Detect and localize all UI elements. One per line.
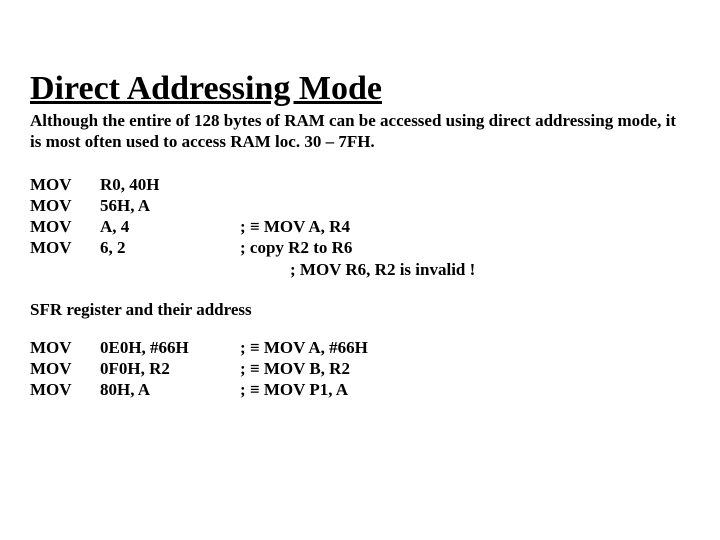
- invalid-note: ; MOV R6, R2 is invalid !: [30, 260, 690, 280]
- code-block-2: MOV 0E0H, #66H ; ≡ MOV A, #66H MOV 0F0H,…: [30, 338, 368, 401]
- opcode: MOV: [30, 338, 100, 359]
- slide: Direct Addressing Mode Although the enti…: [0, 0, 720, 401]
- opcode: MOV: [30, 238, 100, 259]
- operands: R0, 40H: [100, 175, 240, 196]
- table-row: MOV 0E0H, #66H ; ≡ MOV A, #66H: [30, 338, 368, 359]
- comment: ; copy R2 to R6: [240, 238, 352, 259]
- code-block-1: MOV R0, 40H MOV 56H, A MOV A, 4 ; ≡ MOV …: [30, 175, 352, 259]
- subheading: SFR register and their address: [30, 300, 690, 320]
- opcode: MOV: [30, 217, 100, 238]
- table-row: MOV A, 4 ; ≡ MOV A, R4: [30, 217, 352, 238]
- table-row: MOV 56H, A: [30, 196, 352, 217]
- comment: [240, 175, 352, 196]
- intro-text: Although the entire of 128 bytes of RAM …: [30, 110, 690, 153]
- opcode: MOV: [30, 175, 100, 196]
- operands: A, 4: [100, 217, 240, 238]
- table-row: MOV 0F0H, R2 ; ≡ MOV B, R2: [30, 359, 368, 380]
- opcode: MOV: [30, 359, 100, 380]
- comment: ; ≡ MOV P1, A: [240, 380, 368, 401]
- operands: 56H, A: [100, 196, 240, 217]
- comment: [240, 196, 352, 217]
- table-row: MOV 80H, A ; ≡ MOV P1, A: [30, 380, 368, 401]
- table-row: MOV 6, 2 ; copy R2 to R6: [30, 238, 352, 259]
- operands: 0E0H, #66H: [100, 338, 240, 359]
- operands: 6, 2: [100, 238, 240, 259]
- opcode: MOV: [30, 380, 100, 401]
- operands: 0F0H, R2: [100, 359, 240, 380]
- page-title: Direct Addressing Mode: [30, 70, 690, 108]
- comment: ; ≡ MOV A, #66H: [240, 338, 368, 359]
- opcode: MOV: [30, 196, 100, 217]
- table-row: MOV R0, 40H: [30, 175, 352, 196]
- comment: ; ≡ MOV A, R4: [240, 217, 352, 238]
- operands: 80H, A: [100, 380, 240, 401]
- comment: ; ≡ MOV B, R2: [240, 359, 368, 380]
